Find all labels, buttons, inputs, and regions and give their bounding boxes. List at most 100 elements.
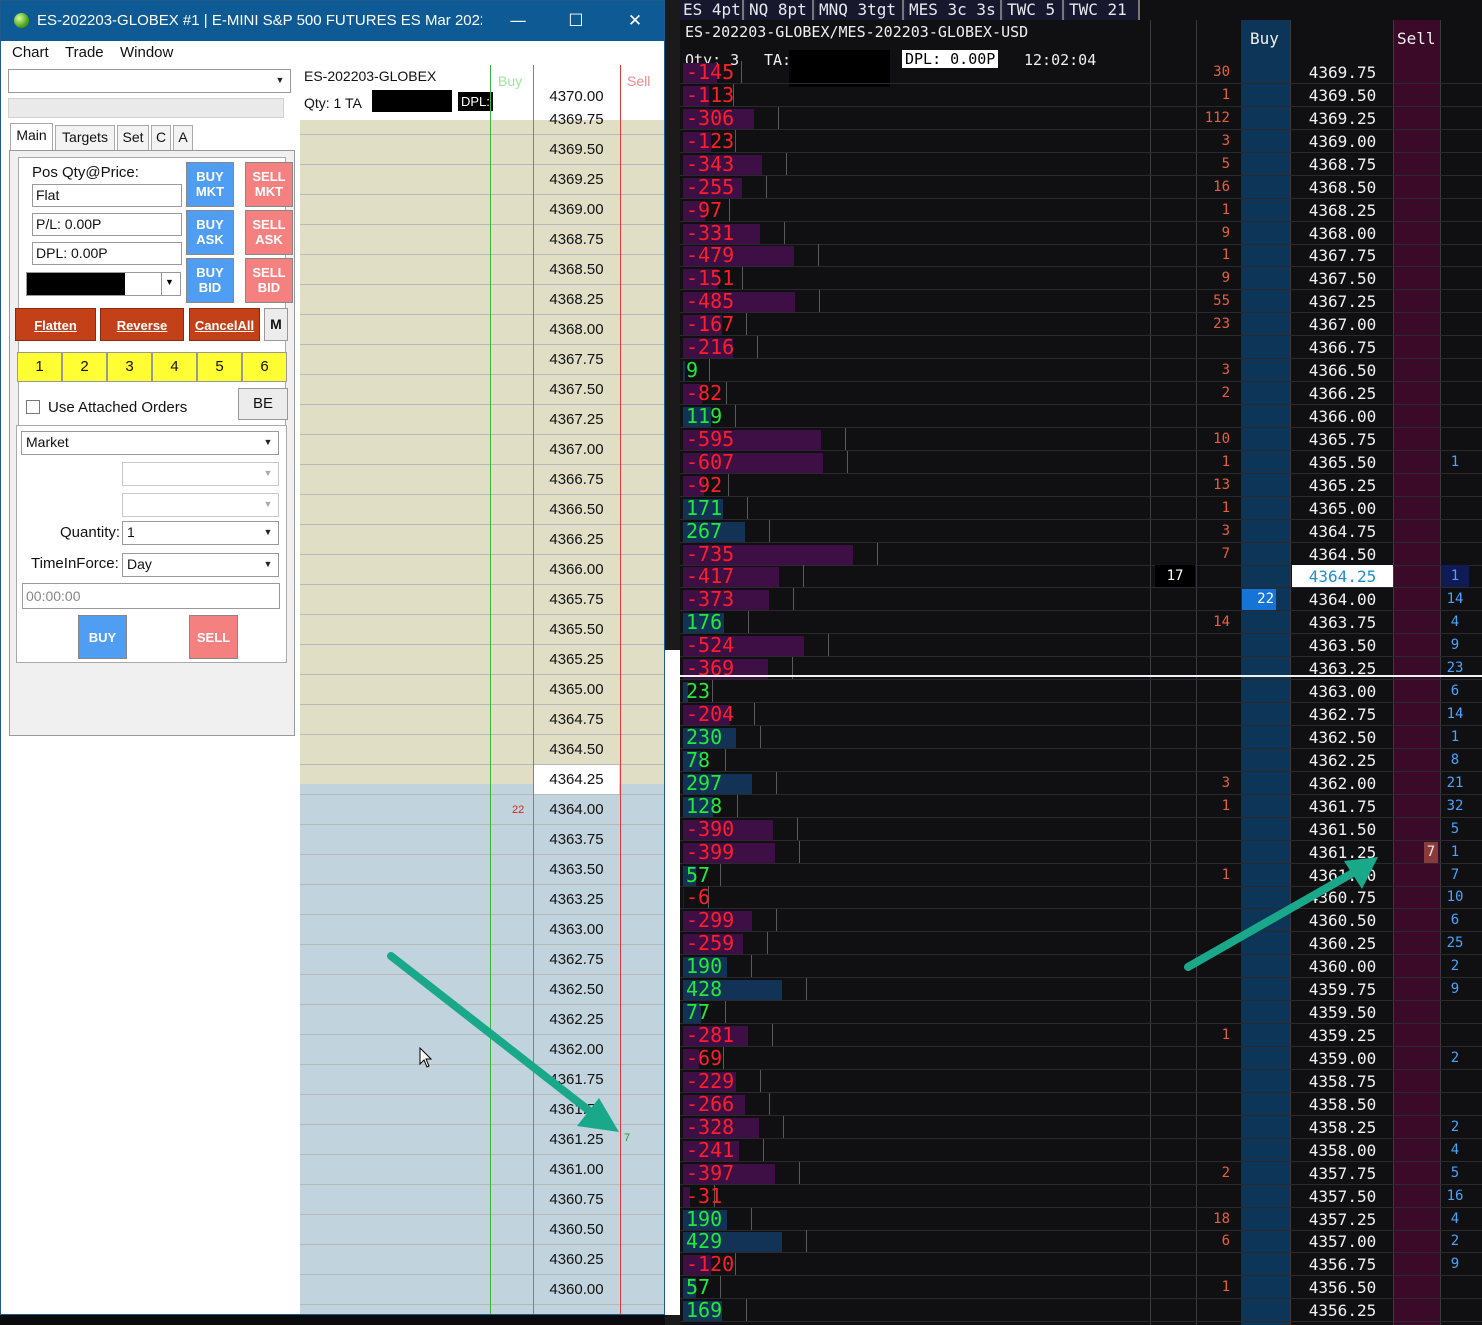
ladder-row[interactable]: 4364.25: [300, 765, 664, 795]
sell-button[interactable]: SELL: [189, 615, 238, 659]
cancel-all-button[interactable]: CancelAll: [189, 308, 260, 341]
dom-row[interactable]: -69 4359.00 2: [680, 1046, 1482, 1070]
dom-row[interactable]: -328 4358.25 2: [680, 1115, 1482, 1139]
ladder-row[interactable]: 4365.25: [300, 645, 664, 675]
dom-row[interactable]: -373 4364.00 14 22: [680, 587, 1482, 612]
dom-row[interactable]: 9 3 4366.50: [680, 358, 1482, 383]
ladder-row[interactable]: 4367.50: [300, 375, 664, 405]
dom-row[interactable]: 57 1 4356.50: [680, 1275, 1482, 1300]
dom-row[interactable]: -343 5 4368.75: [680, 152, 1482, 176]
ladder-row[interactable]: 4368.75: [300, 225, 664, 255]
preset-4-button[interactable]: 4: [152, 352, 197, 382]
menu-trade[interactable]: Trade: [65, 44, 104, 61]
dom-row[interactable]: -281 1 4359.25: [680, 1023, 1482, 1048]
preset-1-button[interactable]: 1: [17, 352, 62, 382]
ladder-row[interactable]: 4369.50: [300, 135, 664, 165]
ladder-row[interactable]: 4366.75: [300, 465, 664, 495]
ladder-row[interactable]: 4360.25: [300, 1245, 664, 1275]
dom-row[interactable]: 429 6 4357.00 2: [680, 1229, 1482, 1254]
ladder-row[interactable]: 4361.00: [300, 1155, 664, 1185]
title-bar[interactable]: ES-202203-GLOBEX #1 | E-MINI S&P 500 FUT…: [1, 1, 664, 41]
time-field[interactable]: 00:00:00: [22, 583, 280, 609]
ladder-row[interactable]: 4366.00: [300, 555, 664, 585]
preset-3-button[interactable]: 3: [107, 352, 152, 382]
dom-row[interactable]: 171 1 4365.00: [680, 496, 1482, 520]
dom-tab-twc-5[interactable]: TWC 5: [1004, 0, 1064, 20]
tab-a[interactable]: A: [173, 125, 193, 150]
ladder-row[interactable]: 4369.75: [300, 105, 664, 135]
dom-tab-nq-8pt[interactable]: NQ 8pt: [746, 0, 814, 20]
dom-row[interactable]: -241 4358.00 4: [680, 1138, 1482, 1162]
dom-row[interactable]: 119 4366.00: [680, 404, 1482, 428]
buy-ask-button[interactable]: BUY ASK: [186, 210, 234, 255]
tif-select[interactable]: Day ▼: [122, 553, 279, 577]
dom-row[interactable]: 128 1 4361.75 32: [680, 794, 1482, 818]
dom-row[interactable]: -524 4363.50 9: [680, 633, 1482, 658]
dom-row[interactable]: 428 4359.75 9: [680, 977, 1482, 1002]
dom-tab-mnq-3tgt[interactable]: MNQ 3tgt: [816, 0, 904, 20]
buy-bid-button[interactable]: BUY BID: [186, 258, 234, 303]
preset-2-button[interactable]: 2: [62, 352, 107, 382]
dom-row[interactable]: 77 4359.50: [680, 1000, 1482, 1025]
order-type-select[interactable]: Market ▼: [21, 431, 279, 455]
ladder-row[interactable]: 4366.50: [300, 495, 664, 525]
ladder-row[interactable]: 4364.50: [300, 735, 664, 765]
dom-row[interactable]: -397 2 4357.75 5: [680, 1161, 1482, 1185]
dom-row[interactable]: -607 1 4365.50 1: [680, 450, 1482, 474]
tab-main[interactable]: Main: [10, 123, 53, 151]
ladder-row[interactable]: 4365.00: [300, 675, 664, 705]
ladder-row[interactable]: 4363.50: [300, 855, 664, 885]
buy-button[interactable]: BUY: [78, 615, 127, 659]
be-button[interactable]: BE: [238, 388, 288, 420]
stop-price-select[interactable]: ▼: [122, 493, 279, 517]
dom-row[interactable]: -151 9 4367.50: [680, 266, 1482, 291]
ladder-row[interactable]: 4364.00 22: [300, 795, 664, 825]
dom-row[interactable]: -306 112 4369.25: [680, 106, 1482, 130]
maximize-button[interactable]: ☐: [561, 7, 591, 35]
menu-chart[interactable]: Chart: [12, 44, 49, 61]
quantity-select[interactable]: 1 ▼: [122, 521, 279, 545]
dom-row[interactable]: -204 4362.75 14: [680, 702, 1482, 727]
buy-mkt-button[interactable]: BUY MKT: [186, 162, 234, 207]
dom-row[interactable]: 176 14 4363.75 4: [680, 610, 1482, 635]
close-button[interactable]: ✕: [620, 7, 650, 35]
m-button[interactable]: M: [264, 308, 288, 341]
dom-row[interactable]: -82 2 4366.25: [680, 381, 1482, 406]
dom-row[interactable]: -266 4358.50: [680, 1092, 1482, 1116]
dom-row[interactable]: 169 4356.25: [680, 1298, 1482, 1323]
ladder-row[interactable]: 4360.00: [300, 1275, 664, 1305]
dom-row[interactable]: -331 9 4368.00: [680, 221, 1482, 245]
ladder-row[interactable]: 4360.75: [300, 1185, 664, 1215]
ladder-row[interactable]: 4369.00: [300, 195, 664, 225]
dom-row[interactable]: -145 30 4369.75: [680, 60, 1482, 84]
dom-row[interactable]: 267 3 4364.75: [680, 519, 1482, 543]
menu-window[interactable]: Window: [120, 44, 173, 61]
ladder-row[interactable]: 4363.75: [300, 825, 664, 855]
tab-c[interactable]: C: [151, 125, 171, 150]
preset-5-button[interactable]: 5: [197, 352, 242, 382]
dom-row[interactable]: 230 4362.50 1: [680, 725, 1482, 749]
dom-row[interactable]: -595 10 4365.75: [680, 427, 1482, 451]
dom-row[interactable]: 297 3 4362.00 21: [680, 771, 1482, 795]
dom-row[interactable]: -167 23 4367.00: [680, 312, 1482, 337]
dom-row[interactable]: -255 16 4368.50: [680, 175, 1482, 199]
sell-mkt-button[interactable]: SELL MKT: [245, 162, 293, 207]
tab-targets[interactable]: Targets: [55, 125, 115, 150]
dom-row[interactable]: -485 55 4367.25: [680, 289, 1482, 314]
dom-row[interactable]: -417 4364.25 1 17: [680, 564, 1482, 589]
use-attached-checkbox[interactable]: [26, 400, 40, 414]
dom-row[interactable]: -97 1 4368.25: [680, 198, 1482, 222]
preset-6-button[interactable]: 6: [242, 352, 287, 382]
flatten-button[interactable]: Flatten: [15, 308, 96, 341]
dom-row[interactable]: -31 4357.50 16: [680, 1184, 1482, 1208]
account-color-select[interactable]: ▼: [26, 272, 181, 296]
minimize-button[interactable]: —: [503, 7, 533, 35]
dom-row[interactable]: 190 18 4357.25 4: [680, 1207, 1482, 1231]
dom-row[interactable]: -92 13 4365.25: [680, 473, 1482, 497]
dom-row[interactable]: -390 4361.50 5: [680, 817, 1482, 841]
dom-row[interactable]: -113 1 4369.50: [680, 83, 1482, 107]
ladder-row[interactable]: 4366.25: [300, 525, 664, 555]
tab-set[interactable]: Set: [117, 125, 149, 150]
ladder-row[interactable]: 4368.25: [300, 285, 664, 315]
ladder-row[interactable]: 4365.50: [300, 615, 664, 645]
